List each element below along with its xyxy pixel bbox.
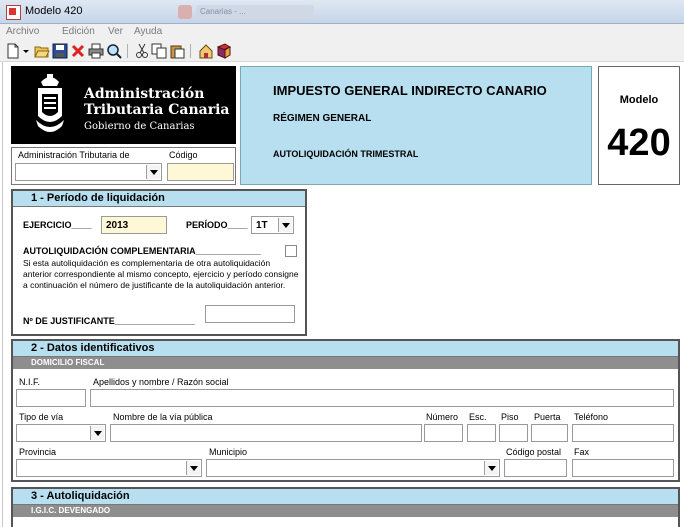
nombre-via-label: Nombre de la vía pública [113,412,213,422]
nif-label: N.I.F. [19,377,41,387]
section-title: 1 - Período de liquidación [31,192,165,204]
chevron-down-icon[interactable] [90,426,104,440]
nombre-via-field[interactable] [110,424,422,442]
municipio-label: Municipio [209,447,248,457]
tipo-via-select[interactable] [16,424,106,442]
cp-field[interactable] [504,459,567,477]
complementaria-help: Si esta autoliquidación es complementari… [23,258,299,290]
dropdown-arrow-icon[interactable] [21,43,31,59]
codigo-field[interactable] [167,163,234,181]
ejercicio-field[interactable]: 2013 [101,216,167,234]
app-icon [6,5,21,20]
tipo-via-label: Tipo de vía [19,412,64,422]
menu-bar: Archivo Edición Ver Ayuda [0,24,684,40]
chevron-down-icon[interactable] [278,218,292,232]
print-preview-icon[interactable] [106,43,122,59]
save-icon[interactable] [52,43,68,59]
new-document-icon[interactable] [5,43,21,59]
cp-label: Código postal [506,447,562,457]
form-title: IMPUESTO GENERAL INDIRECTO CANARIO [273,83,547,98]
admin-select[interactable] [15,163,162,181]
puerta-field[interactable] [531,424,568,442]
section-header: 3 - Autoliquidación [13,489,678,505]
menu-ver[interactable]: Ver [108,26,123,37]
form-regime: RÉGIMEN GENERAL [273,113,372,124]
chevron-down-icon[interactable] [484,461,498,475]
copy-icon[interactable] [151,43,167,59]
fax-field[interactable] [572,459,674,477]
fax-label: Fax [574,447,590,457]
periodo-select[interactable]: 1T [251,216,294,234]
chevron-down-icon[interactable] [146,165,160,179]
telefono-field[interactable] [572,424,674,442]
esc-field[interactable] [467,424,496,442]
menu-ayuda[interactable]: Ayuda [134,26,162,37]
admin-label: Administración Tributaria de [18,150,130,160]
telefono-label: Teléfono [574,412,609,422]
form-type: AUTOLIQUIDACIÓN TRIMESTRAL [273,149,419,159]
periodo-label: PERÍODO____ [186,220,248,230]
open-folder-icon[interactable] [34,43,50,59]
modelo-label: Modelo [619,94,659,106]
logo-line1: Administración [84,86,205,102]
codigo-label: Código [169,150,198,160]
delete-icon[interactable] [70,43,86,59]
numero-field[interactable] [424,424,463,442]
justificante-label: Nº DE JUSTIFICANTE________________ [23,316,195,326]
section-datos: 2 - Datos identificativos DOMICILIO FISC… [11,339,680,482]
toolbar [0,40,684,62]
print-icon[interactable] [88,43,104,59]
logo-line2: Tributaria Canaria [84,102,230,118]
section-periodo: 1 - Período de liquidación EJERCICIO____… [11,189,307,336]
logo-block: Administración Tributaria Canaria Gobier… [11,66,236,144]
section-title: 3 - Autoliquidación [31,490,130,502]
menu-edicion[interactable]: Edición [62,26,95,37]
canarias-emblem-icon [36,74,64,132]
nif-field[interactable] [16,389,86,407]
menu-archivo[interactable]: Archivo [6,26,39,37]
nombre-field[interactable] [90,389,674,407]
provincia-label: Provincia [19,447,57,457]
background-tab: Canarias - ... [196,5,314,19]
municipio-select[interactable] [206,459,500,477]
puerta-label: Puerta [534,412,561,422]
toolbar-separator [190,44,191,58]
logo-line3: Gobierno de Canarias [84,121,195,132]
numero-label: Número [426,412,459,422]
cut-icon[interactable] [134,43,150,59]
section-header: 1 - Período de liquidación [13,191,305,207]
complementaria-checkbox[interactable] [285,245,297,257]
section-autoliquidacion: 3 - Autoliquidación I.G.I.C. DEVENGADO [11,487,680,527]
window-title: Modelo 420 [25,5,83,17]
subsection-header: DOMICILIO FISCAL [13,357,678,369]
paste-icon[interactable] [169,43,185,59]
section-header: 2 - Datos identificativos [13,341,678,357]
piso-label: Piso [501,412,519,422]
piso-field[interactable] [499,424,528,442]
background-tab-icon [178,5,192,19]
title-bar[interactable]: Modelo 420 Canarias - ... [0,0,684,24]
subsection-header: I.G.I.C. DEVENGADO [13,505,678,517]
section-title: 2 - Datos identificativos [31,342,155,354]
home-icon[interactable] [198,43,214,59]
modelo-number: 420 [607,122,671,164]
provincia-select[interactable] [16,459,202,477]
nombre-label: Apellidos y nombre / Razón social [93,377,229,387]
ejercicio-label: EJERCICIO____ [23,220,92,230]
modelo-box: Modelo 420 [598,66,680,185]
book-icon[interactable] [216,43,232,59]
form-header: IMPUESTO GENERAL INDIRECTO CANARIO RÉGIM… [240,66,592,185]
toolbar-separator [127,44,128,58]
chevron-down-icon[interactable] [186,461,200,475]
complementaria-label: AUTOLIQUIDACIÓN COMPLEMENTARIA__________… [23,246,261,256]
justificante-field[interactable] [205,305,295,323]
esc-label: Esc. [469,412,487,422]
admin-selector-box: Administración Tributaria de Código [11,147,236,185]
